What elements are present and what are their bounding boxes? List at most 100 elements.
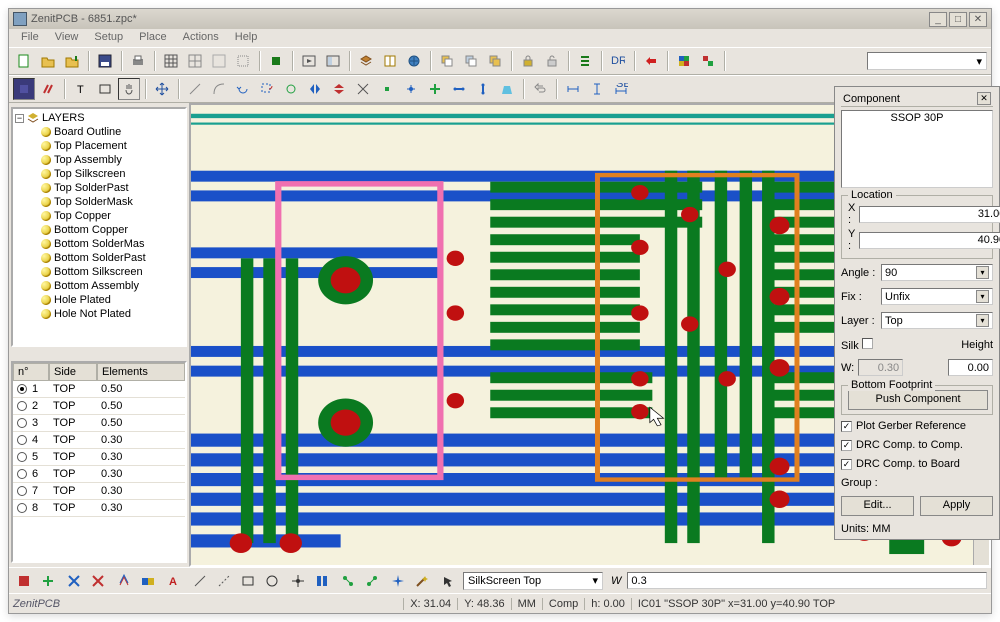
cut-icon[interactable] bbox=[352, 78, 374, 100]
b-icon-2[interactable] bbox=[37, 570, 59, 592]
apply-button[interactable]: Apply bbox=[920, 496, 993, 516]
new-icon[interactable] bbox=[13, 50, 35, 72]
table-row[interactable]: 8TOP0.30 bbox=[13, 500, 185, 517]
b-icon-arrow[interactable] bbox=[437, 570, 459, 592]
layer-item[interactable]: Hole Plated bbox=[15, 293, 183, 307]
dim-h-icon[interactable] bbox=[562, 78, 584, 100]
drc-icon[interactable]: DRC bbox=[607, 50, 629, 72]
tool-d3-icon[interactable] bbox=[424, 78, 446, 100]
b-icon-6[interactable] bbox=[137, 570, 159, 592]
layer-item[interactable]: Bottom SolderPast bbox=[15, 251, 183, 265]
globe-icon[interactable] bbox=[403, 50, 425, 72]
menu-view[interactable]: View bbox=[47, 29, 87, 47]
rect-tool-icon[interactable] bbox=[94, 78, 116, 100]
chip-icon[interactable] bbox=[265, 50, 287, 72]
layer-select2[interactable]: Top▾ bbox=[881, 312, 993, 329]
bottom-w-input[interactable] bbox=[627, 572, 987, 589]
chk-drc-board[interactable]: ✓ bbox=[841, 459, 852, 470]
menu-file[interactable]: File bbox=[13, 29, 47, 47]
height-input[interactable] bbox=[948, 359, 993, 376]
grid2-icon[interactable] bbox=[184, 50, 206, 72]
row-radio[interactable] bbox=[17, 384, 27, 394]
b-icon-wand[interactable] bbox=[411, 570, 433, 592]
layer-item[interactable]: Top SolderMask bbox=[15, 195, 183, 209]
row-radio[interactable] bbox=[17, 503, 27, 513]
table-row[interactable]: 1TOP0.50 bbox=[13, 381, 185, 398]
layer-item[interactable]: Bottom Copper bbox=[15, 223, 183, 237]
layer-item[interactable]: Top Assembly bbox=[15, 153, 183, 167]
strikes-icon[interactable] bbox=[37, 78, 59, 100]
rotate1-icon[interactable] bbox=[232, 78, 254, 100]
menu-place[interactable]: Place bbox=[131, 29, 175, 47]
b-icon-line[interactable] bbox=[189, 570, 211, 592]
layer-select[interactable]: SilkScreen Top▾ bbox=[463, 572, 603, 590]
flip-h-icon[interactable] bbox=[304, 78, 326, 100]
fix-select[interactable]: Unfix▾ bbox=[881, 288, 993, 305]
b-icon-circ[interactable] bbox=[261, 570, 283, 592]
lock-icon[interactable] bbox=[517, 50, 539, 72]
undo-icon[interactable] bbox=[529, 78, 551, 100]
edit-button[interactable]: Edit... bbox=[841, 496, 914, 516]
row-radio[interactable] bbox=[17, 401, 27, 411]
table-row[interactable]: 6TOP0.30 bbox=[13, 466, 185, 483]
pour-icon[interactable] bbox=[496, 78, 518, 100]
panel-icon[interactable] bbox=[322, 50, 344, 72]
grid3-icon[interactable] bbox=[208, 50, 230, 72]
component-panel[interactable]: Component✕ SSOP 30P Location X :MM Y :MM… bbox=[834, 86, 1000, 540]
row-radio[interactable] bbox=[17, 435, 27, 445]
row-radio[interactable] bbox=[17, 452, 27, 462]
angle-select[interactable]: 90▾ bbox=[881, 264, 993, 281]
rotate-sel-icon[interactable] bbox=[256, 78, 278, 100]
layer-item[interactable]: Top Placement bbox=[15, 139, 183, 153]
main-dropdown[interactable]: ▾ bbox=[867, 52, 987, 70]
save-icon[interactable] bbox=[94, 50, 116, 72]
b-icon-center[interactable] bbox=[287, 570, 309, 592]
fill-tool-icon[interactable] bbox=[13, 78, 35, 100]
grid4-icon[interactable] bbox=[232, 50, 254, 72]
b-icon-rect[interactable] bbox=[237, 570, 259, 592]
titlebar[interactable]: ZenitPCB - 6851.zpc* _ □ ✕ bbox=[9, 9, 991, 29]
table-row[interactable]: 2TOP0.50 bbox=[13, 398, 185, 415]
col-side[interactable]: Side bbox=[49, 363, 97, 381]
layer-item[interactable]: Bottom Assembly bbox=[15, 279, 183, 293]
chk-gerber[interactable]: ✓ bbox=[841, 421, 852, 432]
line-icon[interactable] bbox=[184, 78, 206, 100]
row-radio[interactable] bbox=[17, 469, 27, 479]
arc-icon[interactable] bbox=[208, 78, 230, 100]
multicolor-icon[interactable] bbox=[673, 50, 695, 72]
b-icon-g2[interactable] bbox=[361, 570, 383, 592]
tool-d2-icon[interactable] bbox=[400, 78, 422, 100]
dup2-icon[interactable] bbox=[460, 50, 482, 72]
move-tool-icon[interactable] bbox=[151, 78, 173, 100]
tool-d5-icon[interactable] bbox=[472, 78, 494, 100]
b-icon-dline[interactable] bbox=[213, 570, 235, 592]
import-icon[interactable] bbox=[61, 50, 83, 72]
col-elements[interactable]: Elements bbox=[97, 363, 185, 381]
table-row[interactable]: 4TOP0.30 bbox=[13, 432, 185, 449]
b-icon-g1[interactable] bbox=[337, 570, 359, 592]
layers-tree[interactable]: −LAYERS Board OutlineTop PlacementTop As… bbox=[13, 109, 185, 323]
b-icon-mirror[interactable] bbox=[311, 570, 333, 592]
hand-tool-icon[interactable] bbox=[118, 78, 140, 100]
b-icon-a[interactable]: A bbox=[163, 570, 185, 592]
table-row[interactable]: 3TOP0.50 bbox=[13, 415, 185, 432]
layer-item[interactable]: Top SolderPast bbox=[15, 181, 183, 195]
close-button[interactable]: ✕ bbox=[969, 12, 987, 27]
table-row[interactable]: 7TOP0.30 bbox=[13, 483, 185, 500]
layer-item[interactable]: Top Silkscreen bbox=[15, 167, 183, 181]
menu-actions[interactable]: Actions bbox=[175, 29, 227, 47]
b-icon-5[interactable] bbox=[113, 570, 135, 592]
layer-item[interactable]: Hole Not Plated bbox=[15, 307, 183, 321]
refresh-icon[interactable] bbox=[280, 78, 302, 100]
layer-item[interactable]: Bottom Silkscreen bbox=[15, 265, 183, 279]
b-icon-spark[interactable] bbox=[387, 570, 409, 592]
table-row[interactable]: 5TOP0.30 bbox=[13, 449, 185, 466]
print-icon[interactable] bbox=[127, 50, 149, 72]
play-icon[interactable] bbox=[298, 50, 320, 72]
layers-icon[interactable] bbox=[355, 50, 377, 72]
dup1-icon[interactable] bbox=[436, 50, 458, 72]
dup3-icon[interactable] bbox=[484, 50, 506, 72]
layer-item[interactable]: Bottom SolderMas bbox=[15, 237, 183, 251]
silk-checkbox[interactable] bbox=[862, 338, 873, 349]
book-icon[interactable] bbox=[379, 50, 401, 72]
